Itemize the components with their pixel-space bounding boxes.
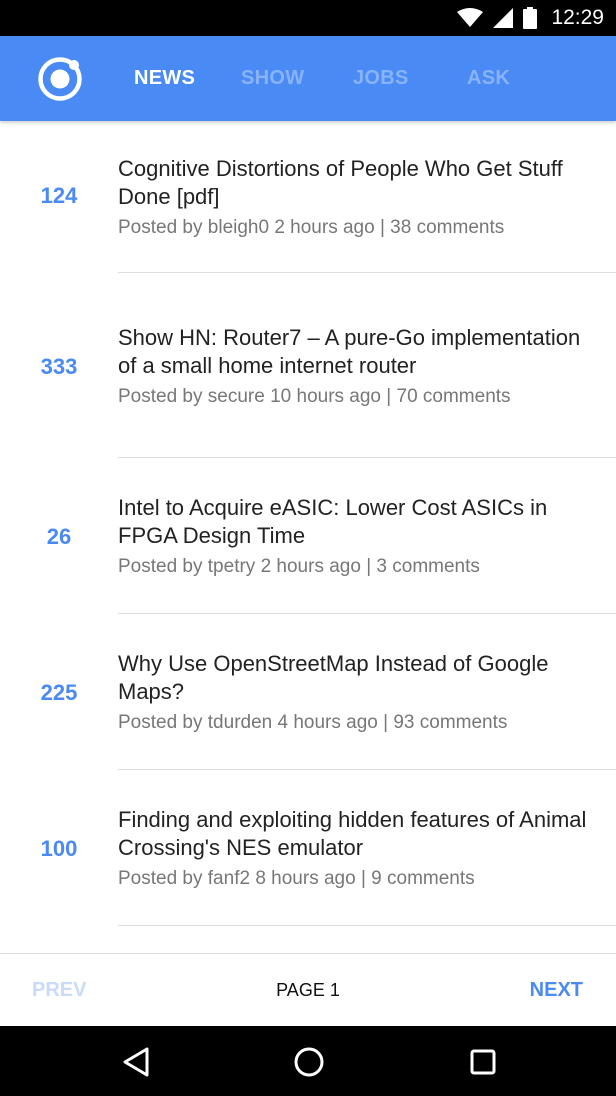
pagination-footer: PAGE 1 PREV NEXT <box>0 953 616 1026</box>
story-list: 124 Cognitive Distortions of People Who … <box>0 121 616 953</box>
story-meta: Posted by bleigh0 2 hours ago | 38 comme… <box>118 217 505 238</box>
story-score: 333 <box>40 354 78 379</box>
home-icon[interactable] <box>291 1044 327 1080</box>
story-title[interactable]: Show HN: Router7 – A pure-Go implementat… <box>118 324 596 380</box>
story-score: 26 <box>46 524 72 549</box>
story-item[interactable]: 225 Why Use OpenStreetMap Instead of Goo… <box>0 614 616 770</box>
story-title[interactable]: Intel to Acquire eASIC: Lower Cost ASICs… <box>118 494 596 550</box>
tab-jobs[interactable]: JOBS <box>353 36 409 121</box>
story-meta: Posted by tpetry 2 hours ago | 3 comment… <box>118 556 480 577</box>
tab-ask[interactable]: ASK <box>467 36 510 121</box>
story-item[interactable]: 26 Intel to Acquire eASIC: Lower Cost AS… <box>0 458 616 614</box>
signal-icon <box>493 8 514 28</box>
story-score: 100 <box>40 836 78 861</box>
story-title[interactable]: Finding and exploiting hidden features o… <box>118 806 596 862</box>
recents-icon[interactable] <box>465 1044 501 1080</box>
tab-show[interactable]: SHOW <box>241 36 304 121</box>
status-time: 12:29 <box>551 6 604 29</box>
tab-news[interactable]: NEWS <box>134 36 195 121</box>
story-title[interactable]: Why Use OpenStreetMap Instead of Google … <box>118 650 596 706</box>
story-score: 225 <box>40 680 78 705</box>
story-item[interactable]: 100 Finding and exploiting hidden featur… <box>0 770 616 926</box>
back-icon[interactable] <box>118 1044 154 1080</box>
next-button[interactable]: NEXT <box>530 954 583 1027</box>
story-meta: Posted by secure 10 hours ago | 70 comme… <box>118 385 511 407</box>
ionic-logo-icon[interactable] <box>37 56 83 102</box>
system-nav-bar <box>0 1026 616 1096</box>
status-bar: 12:29 <box>0 0 616 36</box>
page-indicator: PAGE 1 <box>276 980 340 1000</box>
story-item[interactable]: 333 Show HN: Router7 – A pure-Go impleme… <box>0 273 616 458</box>
story-item[interactable]: 124 Cognitive Distortions of People Who … <box>0 121 616 273</box>
prev-button[interactable]: PREV <box>32 954 86 1027</box>
story-title[interactable]: Cognitive Distortions of People Who Get … <box>118 155 596 211</box>
story-meta: Posted by tdurden 4 hours ago | 93 comme… <box>118 712 508 733</box>
battery-icon <box>523 7 538 29</box>
app-header: NEWS SHOW JOBS ASK <box>0 36 616 121</box>
wifi-icon <box>457 8 484 28</box>
divider <box>118 925 616 926</box>
story-score: 124 <box>40 183 78 208</box>
story-meta: Posted by fanf2 8 hours ago | 9 comments <box>118 868 475 889</box>
